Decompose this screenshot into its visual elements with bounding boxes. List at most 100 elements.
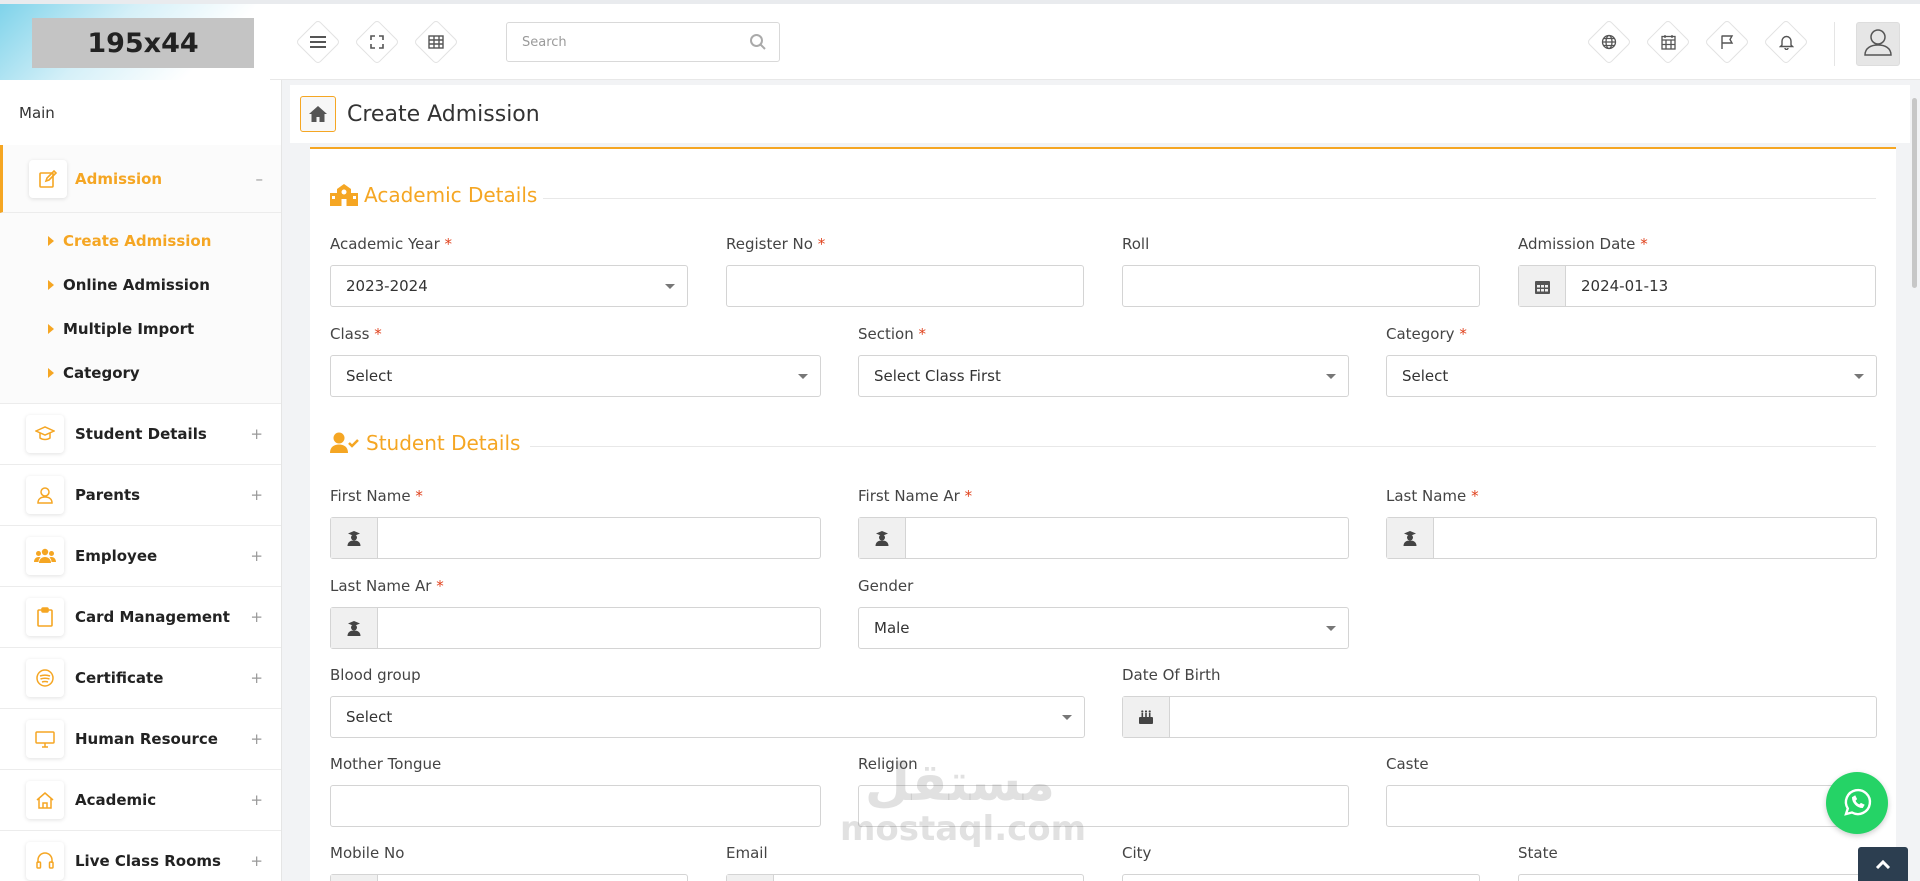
- sidebar-item-parents[interactable]: Parents +: [0, 465, 281, 526]
- select-value: Select Class First: [874, 367, 1001, 385]
- menu-toggle-button[interactable]: [295, 19, 341, 65]
- edit-icon: [29, 159, 67, 198]
- home-button[interactable]: [300, 96, 336, 132]
- select-value: Select: [346, 367, 393, 385]
- sidebar-item-academic[interactable]: Academic +: [0, 770, 281, 831]
- admission-date-input[interactable]: 2024-01-13: [1518, 265, 1876, 307]
- submenu-label: Category: [63, 364, 140, 382]
- flag-icon: [1720, 35, 1733, 49]
- scroll-to-top-button[interactable]: [1858, 847, 1908, 881]
- sidebar-item-card-management[interactable]: Card Management +: [0, 587, 281, 648]
- expand-icon[interactable]: +: [250, 852, 263, 870]
- submenu-create-admission[interactable]: Create Admission: [0, 219, 281, 263]
- city-input[interactable]: [1122, 874, 1480, 881]
- roll-input[interactable]: [1122, 265, 1480, 307]
- caste-input[interactable]: [1386, 785, 1877, 827]
- last-name-input[interactable]: [1386, 517, 1877, 559]
- last-name-ar-input[interactable]: [330, 607, 821, 649]
- sidebar-item-human-resource[interactable]: Human Resource +: [0, 709, 281, 770]
- submenu-multiple-import[interactable]: Multiple Import: [0, 307, 281, 351]
- field-label: Last Name *: [1386, 487, 1479, 505]
- sidebar-item-label: Parents: [75, 486, 141, 504]
- calendar-button[interactable]: [1645, 19, 1691, 65]
- sidebar-item-label: Student Details: [75, 425, 207, 443]
- select-value: Select: [346, 708, 393, 726]
- grid-icon: [428, 35, 444, 49]
- expand-icon[interactable]: +: [250, 425, 263, 443]
- student-icon: [1387, 518, 1434, 558]
- scrollbar[interactable]: [1912, 98, 1917, 288]
- notifications-button[interactable]: [1763, 19, 1809, 65]
- section-select[interactable]: Select Class First: [858, 355, 1349, 397]
- bell-icon: [1778, 35, 1794, 50]
- religion-input[interactable]: [858, 785, 1349, 827]
- sidebar-item-student-details[interactable]: Student Details +: [0, 404, 281, 465]
- class-select[interactable]: Select: [330, 355, 821, 397]
- avatar[interactable]: [1856, 22, 1900, 66]
- apps-grid-button[interactable]: [413, 19, 459, 65]
- whatsapp-button[interactable]: [1826, 772, 1888, 834]
- expand-icon[interactable]: +: [250, 791, 263, 809]
- blood-group-select[interactable]: Select: [330, 696, 1085, 738]
- logo-placeholder[interactable]: 195x44: [32, 18, 254, 68]
- academic-year-field: Academic Year * 2023-2024: [330, 235, 688, 307]
- dob-input[interactable]: [1122, 696, 1877, 738]
- collapse-icon[interactable]: –: [256, 170, 264, 188]
- mother-tongue-field: Mother Tongue: [330, 755, 821, 827]
- sidebar-item-certificate[interactable]: Certificate +: [0, 648, 281, 709]
- search-icon[interactable]: [749, 33, 767, 51]
- expand-icon[interactable]: +: [250, 547, 263, 565]
- chevron-down-icon: [798, 374, 808, 379]
- sidebar-item-admission[interactable]: Admission –: [0, 145, 281, 213]
- first-name-ar-input[interactable]: [858, 517, 1349, 559]
- mobile-input[interactable]: [330, 874, 688, 881]
- dob-field: Date Of Birth: [1122, 666, 1877, 738]
- caret-right-icon: [48, 236, 54, 246]
- religion-field: Religion: [858, 755, 1349, 827]
- expand-icon[interactable]: +: [250, 669, 263, 687]
- gender-select[interactable]: Male: [858, 607, 1349, 649]
- caret-right-icon: [48, 324, 54, 334]
- class-field: Class * Select: [330, 325, 821, 397]
- top-bar: 195x44: [0, 0, 1920, 80]
- headset-icon: [26, 842, 64, 880]
- sidebar-item-label: Live Class Rooms: [75, 852, 221, 870]
- home-icon: [26, 781, 64, 819]
- expand-icon[interactable]: +: [250, 486, 263, 504]
- submenu-online-admission[interactable]: Online Admission: [0, 263, 281, 307]
- field-label: Register No *: [726, 235, 826, 253]
- section-title: Academic Details: [364, 183, 538, 207]
- expand-icon[interactable]: +: [250, 608, 263, 626]
- submenu-label: Multiple Import: [63, 320, 195, 338]
- language-button[interactable]: [1586, 19, 1632, 65]
- academic-year-select[interactable]: 2023-2024: [330, 265, 688, 307]
- select-value: Male: [874, 619, 910, 637]
- fullscreen-icon: [370, 35, 384, 49]
- section-divider: [530, 446, 1876, 447]
- state-input[interactable]: [1518, 874, 1876, 881]
- field-label: Email: [726, 844, 768, 862]
- user-photo-icon: [1864, 29, 1892, 56]
- select-value: Select: [1402, 367, 1449, 385]
- page-title: Create Admission: [347, 101, 540, 127]
- field-label: Admission Date *: [1518, 235, 1648, 253]
- birthday-cake-icon: [1123, 697, 1170, 737]
- email-input[interactable]: [726, 874, 1084, 881]
- mother-tongue-input[interactable]: [330, 785, 821, 827]
- search-box[interactable]: [506, 22, 780, 62]
- search-input[interactable]: [507, 23, 727, 61]
- flag-button[interactable]: [1704, 19, 1750, 65]
- register-no-input[interactable]: [726, 265, 1084, 307]
- email-field: Email: [726, 844, 1084, 881]
- sidebar-item-live-class-rooms[interactable]: Live Class Rooms +: [0, 831, 281, 881]
- sidebar-item-label: Academic: [75, 791, 157, 809]
- envelope-icon: [727, 875, 774, 881]
- fullscreen-button[interactable]: [354, 19, 400, 65]
- expand-icon[interactable]: +: [250, 730, 263, 748]
- first-name-input[interactable]: [330, 517, 821, 559]
- category-select[interactable]: Select: [1386, 355, 1877, 397]
- submenu-category[interactable]: Category: [0, 351, 281, 395]
- sidebar-item-employee[interactable]: Employee +: [0, 526, 281, 587]
- submenu-label: Create Admission: [63, 232, 212, 250]
- chevron-down-icon: [1854, 374, 1864, 379]
